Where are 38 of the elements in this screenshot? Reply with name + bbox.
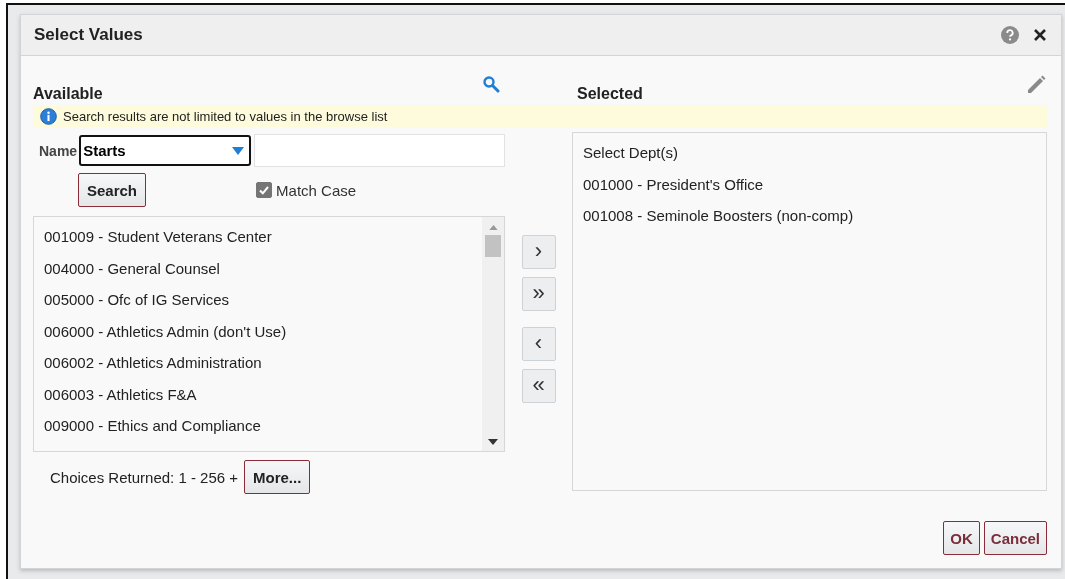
match-case-checkbox[interactable] [256,182,273,198]
selected-item[interactable]: Select Dept(s) [573,137,1046,169]
more-button[interactable]: More... [244,460,311,494]
dialog-button[interactable]: Cancel [983,521,1047,555]
match-case-label: Match Case [276,181,357,199]
name-label: Name [39,142,78,159]
dialog-title: Select Values [34,25,144,45]
search-value-field[interactable] [253,134,505,167]
scroll-down-icon[interactable] [488,439,498,445]
list-item[interactable]: 006003 - Athletics F&A [34,378,482,410]
search-icon[interactable] [482,75,500,93]
available-heading: Available [33,85,103,103]
dropdown-arrow-icon [231,146,244,155]
scrollbar-thumb[interactable] [485,235,501,257]
info-message: Search results are not limited to values in the browse list [63,108,388,124]
dialog-button[interactable]: OK [943,521,980,555]
list-item[interactable]: 006000 - Athletics Admin (don't Use) [34,315,482,347]
list-item[interactable]: 001009 - Student Veterans Center [34,221,482,253]
list-item[interactable]: 006002 - Athletics Administration [34,347,482,379]
help-icon[interactable] [1001,26,1019,44]
selected-heading: Selected [577,85,643,103]
list-item[interactable]: 009000 - Ethics and Compliance [34,410,482,442]
move-button[interactable]: » [521,277,556,311]
operator-dropdown[interactable]: Starts [79,135,251,166]
info-icon [40,107,57,125]
scroll-up-icon[interactable] [488,225,498,230]
pencil-icon[interactable] [1025,74,1047,96]
selected-item[interactable]: 001000 - President's Office [573,168,1046,200]
search-button[interactable]: Search [78,173,147,207]
scrollbar[interactable] [482,217,504,451]
list-item[interactable]: 005000 - Ofc of IG Services [34,284,482,316]
close-icon[interactable] [1033,28,1047,42]
move-button[interactable]: › [521,235,556,269]
choices-returned-text: Choices Returned: 1 - 256 + [50,468,239,486]
move-button[interactable]: ‹ [521,327,556,361]
move-button[interactable]: « [521,369,556,403]
list-item[interactable]: 004000 - General Counsel [34,252,482,284]
selected-item[interactable]: 001008 - Seminole Boosters (non-comp) [573,200,1046,232]
